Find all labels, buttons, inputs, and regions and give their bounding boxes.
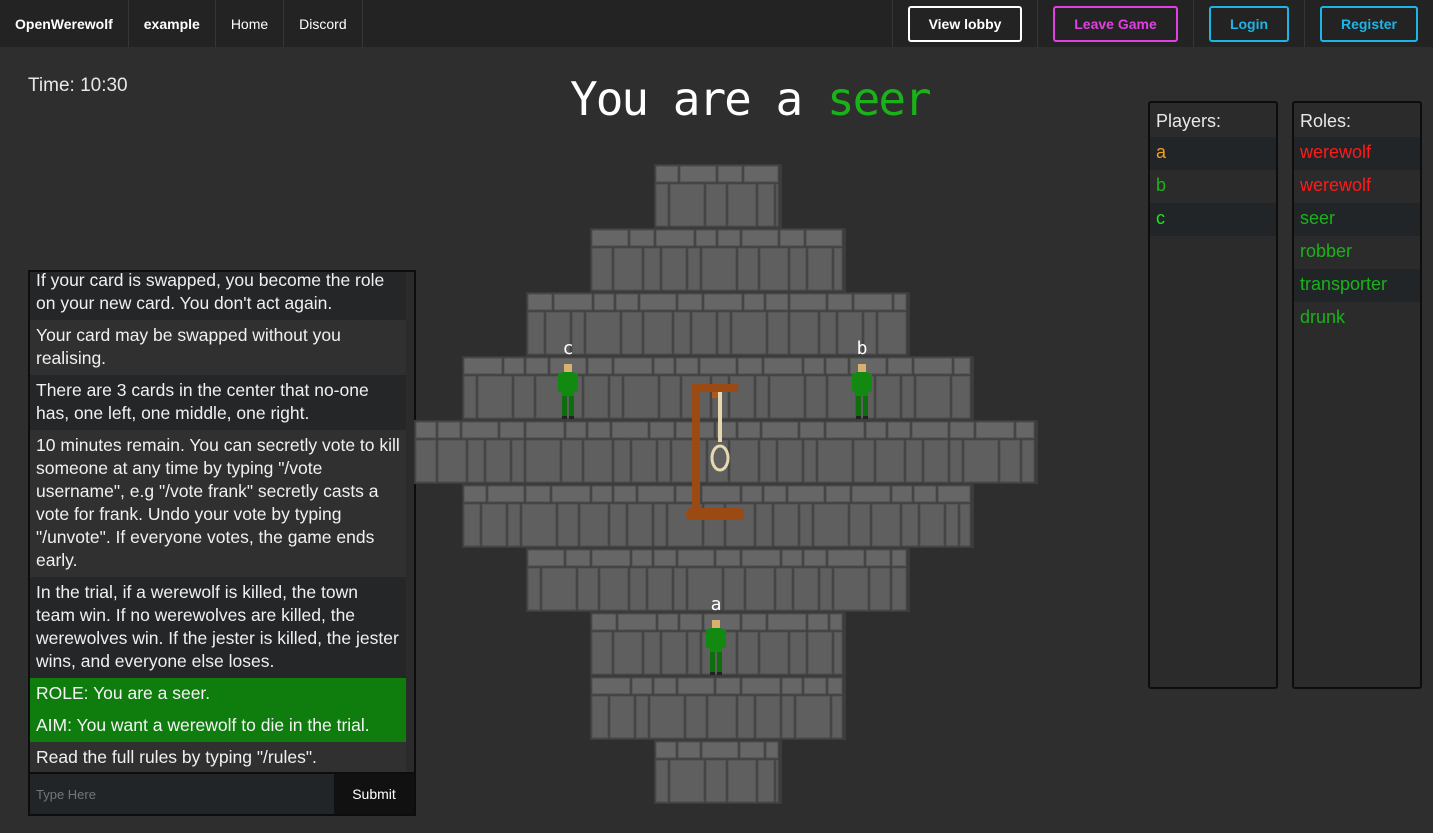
chat-submit-button[interactable]: Submit [334,772,414,814]
players-panel: Players: abc [1148,101,1278,689]
player-list-item[interactable]: b [1150,170,1276,203]
player-list-item[interactable]: a [1150,137,1276,170]
chat-message: In the trial, if a werewolf is killed, t… [30,577,406,678]
chat-input[interactable] [30,772,334,814]
chat-message: ROLE: You are a seer. [30,678,406,710]
role-list-item: robber [1294,236,1420,269]
leave-game-button[interactable]: Leave Game [1053,5,1178,42]
game-timer: Time: 10:30 [28,75,128,96]
player-b-label: b [856,338,868,359]
chat-message: There are 3 cards in the center that no-… [30,375,406,430]
players-list: abc [1150,137,1276,236]
players-header: Players: [1156,111,1222,131]
leave-game-wrap: Leave Game [1037,0,1193,47]
chat-message: If your card is swapped, you become the … [30,272,406,320]
player-a-avatar[interactable]: a [704,594,728,676]
chat-message: 10 minutes remain. You can secretly vote… [30,430,406,577]
game-name[interactable]: example [129,0,216,47]
player-a-label: a [710,594,722,615]
chat-message: Your card may be swapped without you rea… [30,320,406,375]
discord-link[interactable]: Discord [284,0,363,47]
home-link[interactable]: Home [216,0,285,47]
player-icon [706,620,726,675]
chat-message: Read the full rules by typing "/rules". [30,742,406,774]
role-title-prefix: You are a [570,72,803,126]
chat-scrollbar[interactable] [406,272,414,774]
chat-log[interactable]: If your card is swapped, you become the … [30,272,406,774]
view-lobby-wrap: View lobby [892,0,1037,47]
chat-panel: If your card is swapped, you become the … [28,270,416,816]
player-c-avatar[interactable]: c [556,338,580,420]
view-lobby-button[interactable]: View lobby [908,5,1022,42]
role-list-item: seer [1294,203,1420,236]
chat-messages: If your card is swapped, you become the … [30,272,406,774]
register-wrap: Register [1304,0,1433,47]
brand-link[interactable]: OpenWerewolf [0,0,129,47]
register-button[interactable]: Register [1320,5,1418,42]
role-title: You are a seer [570,72,932,126]
navbar: OpenWerewolf example Home Discord View l… [0,0,1433,47]
role-title-role: seer [826,72,932,126]
role-list-item: werewolf [1294,137,1420,170]
nav-actions: View lobby Leave Game Login Register [892,0,1433,47]
login-button[interactable]: Login [1209,5,1289,42]
role-list-item: drunk [1294,302,1420,335]
role-list-item: transporter [1294,269,1420,302]
roles-list: werewolf werewolf seer robber transporter dru… [1294,137,1420,335]
gallows-icon [686,384,744,520]
player-c-label: c [562,338,574,359]
roles-header: Roles: [1300,111,1352,131]
role-list-item: werewolf [1294,170,1420,203]
game-board: c b a [414,164,1038,804]
chat-message: AIM: You want a werewolf to die in the t… [30,710,406,742]
player-icon [558,364,578,419]
login-wrap: Login [1193,0,1304,47]
player-b-avatar[interactable]: b [850,338,874,420]
player-icon [852,364,872,419]
roles-panel: Roles: werewolf werewolf seer robber transpo… [1292,101,1422,689]
player-list-item[interactable]: c [1150,203,1276,236]
